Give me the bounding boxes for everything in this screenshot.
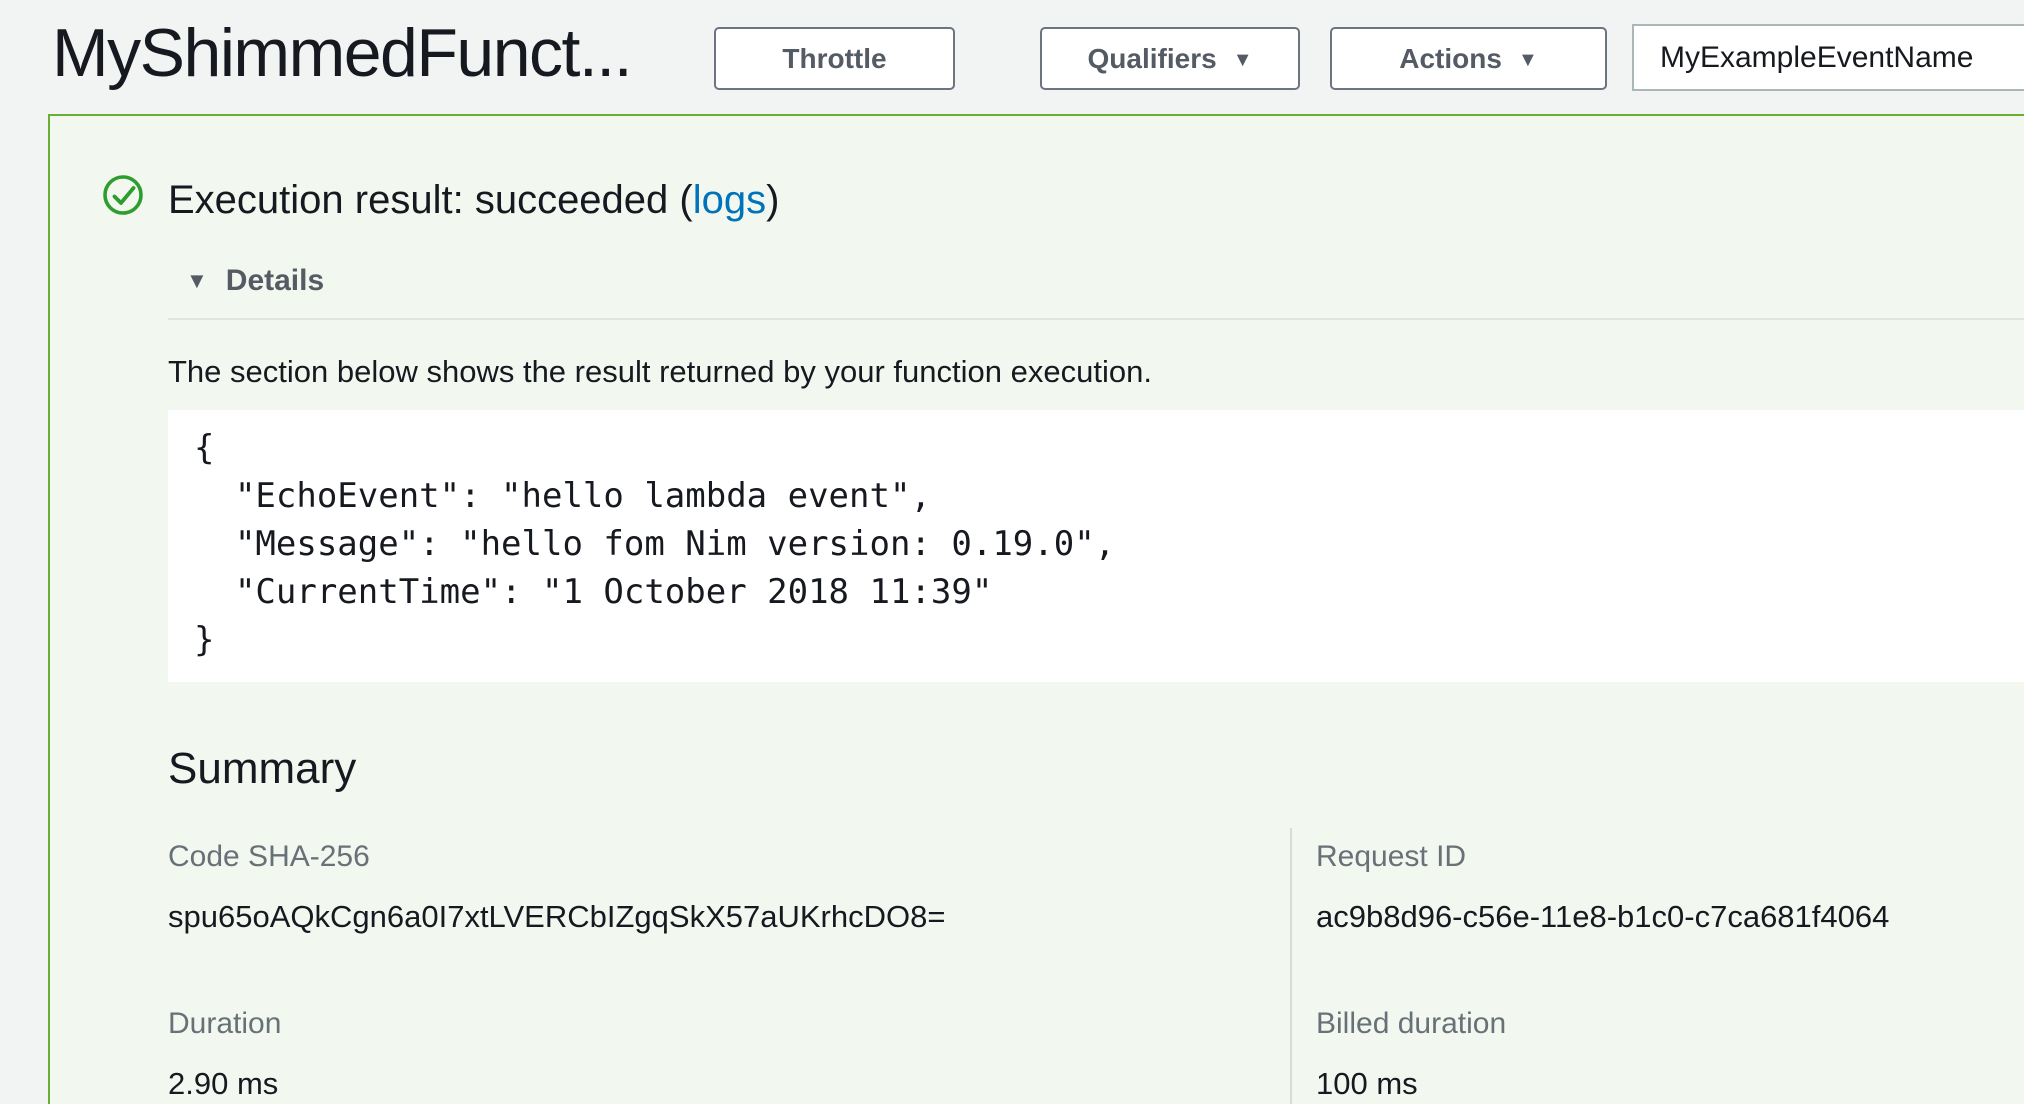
- result-heading-close-paren: ): [766, 178, 779, 222]
- summary-field-duration: Duration 2.90 ms: [168, 1005, 281, 1103]
- details-expander[interactable]: ▼ Details: [186, 264, 324, 298]
- qualifiers-button[interactable]: Qualifiers ▼: [1040, 27, 1300, 90]
- test-event-select[interactable]: MyExampleEventName: [1632, 24, 2024, 91]
- field-value: ac9b8d96-c56e-11e8-b1c0-c7ca681f4064: [1316, 898, 1889, 936]
- lambda-console-screen: MyShimmedFunct... Throttle Qualifiers ▼ …: [0, 0, 2024, 1104]
- success-check-icon: [102, 174, 144, 216]
- result-description: The section below shows the result retur…: [168, 354, 1152, 390]
- actions-button[interactable]: Actions ▼: [1330, 27, 1607, 90]
- triangle-down-icon: ▼: [186, 268, 208, 294]
- field-value: 100 ms: [1316, 1065, 1506, 1103]
- result-heading-text: Execution result: succeeded (: [168, 178, 693, 222]
- execution-result-panel: Execution result: succeeded (logs) ▼ Det…: [48, 114, 2024, 1104]
- summary-heading: Summary: [168, 744, 356, 794]
- throttle-button[interactable]: Throttle: [714, 27, 955, 90]
- test-event-selected-value: MyExampleEventName: [1660, 41, 1973, 75]
- actions-button-label: Actions: [1399, 43, 1502, 75]
- field-label: Duration: [168, 1005, 281, 1043]
- field-label: Code SHA-256: [168, 838, 945, 876]
- chevron-down-icon: ▼: [1233, 50, 1253, 70]
- details-label: Details: [226, 264, 324, 298]
- summary-column-divider: [1290, 828, 1292, 1104]
- throttle-button-label: Throttle: [782, 43, 886, 75]
- chevron-down-icon: ▼: [1518, 50, 1538, 70]
- summary-field-code-sha256: Code SHA-256 spu65oAQkCgn6a0I7xtLVERCbIZ…: [168, 838, 945, 936]
- field-label: Request ID: [1316, 838, 1889, 876]
- execution-result-heading: Execution result: succeeded (logs): [168, 178, 779, 223]
- function-name-title: MyShimmedFunct...: [52, 14, 631, 92]
- details-divider: [168, 318, 2024, 320]
- logs-link[interactable]: logs: [693, 178, 766, 222]
- summary-field-request-id: Request ID ac9b8d96-c56e-11e8-b1c0-c7ca6…: [1316, 838, 1889, 936]
- field-label: Billed duration: [1316, 1005, 1506, 1043]
- execution-result-json: { "EchoEvent": "hello lambda event", "Me…: [168, 410, 2024, 682]
- qualifiers-button-label: Qualifiers: [1088, 43, 1217, 75]
- field-value: 2.90 ms: [168, 1065, 281, 1103]
- summary-field-billed-duration: Billed duration 100 ms: [1316, 1005, 1506, 1103]
- field-value: spu65oAQkCgn6a0I7xtLVERCbIZgqSkX57aUKrhc…: [168, 898, 945, 936]
